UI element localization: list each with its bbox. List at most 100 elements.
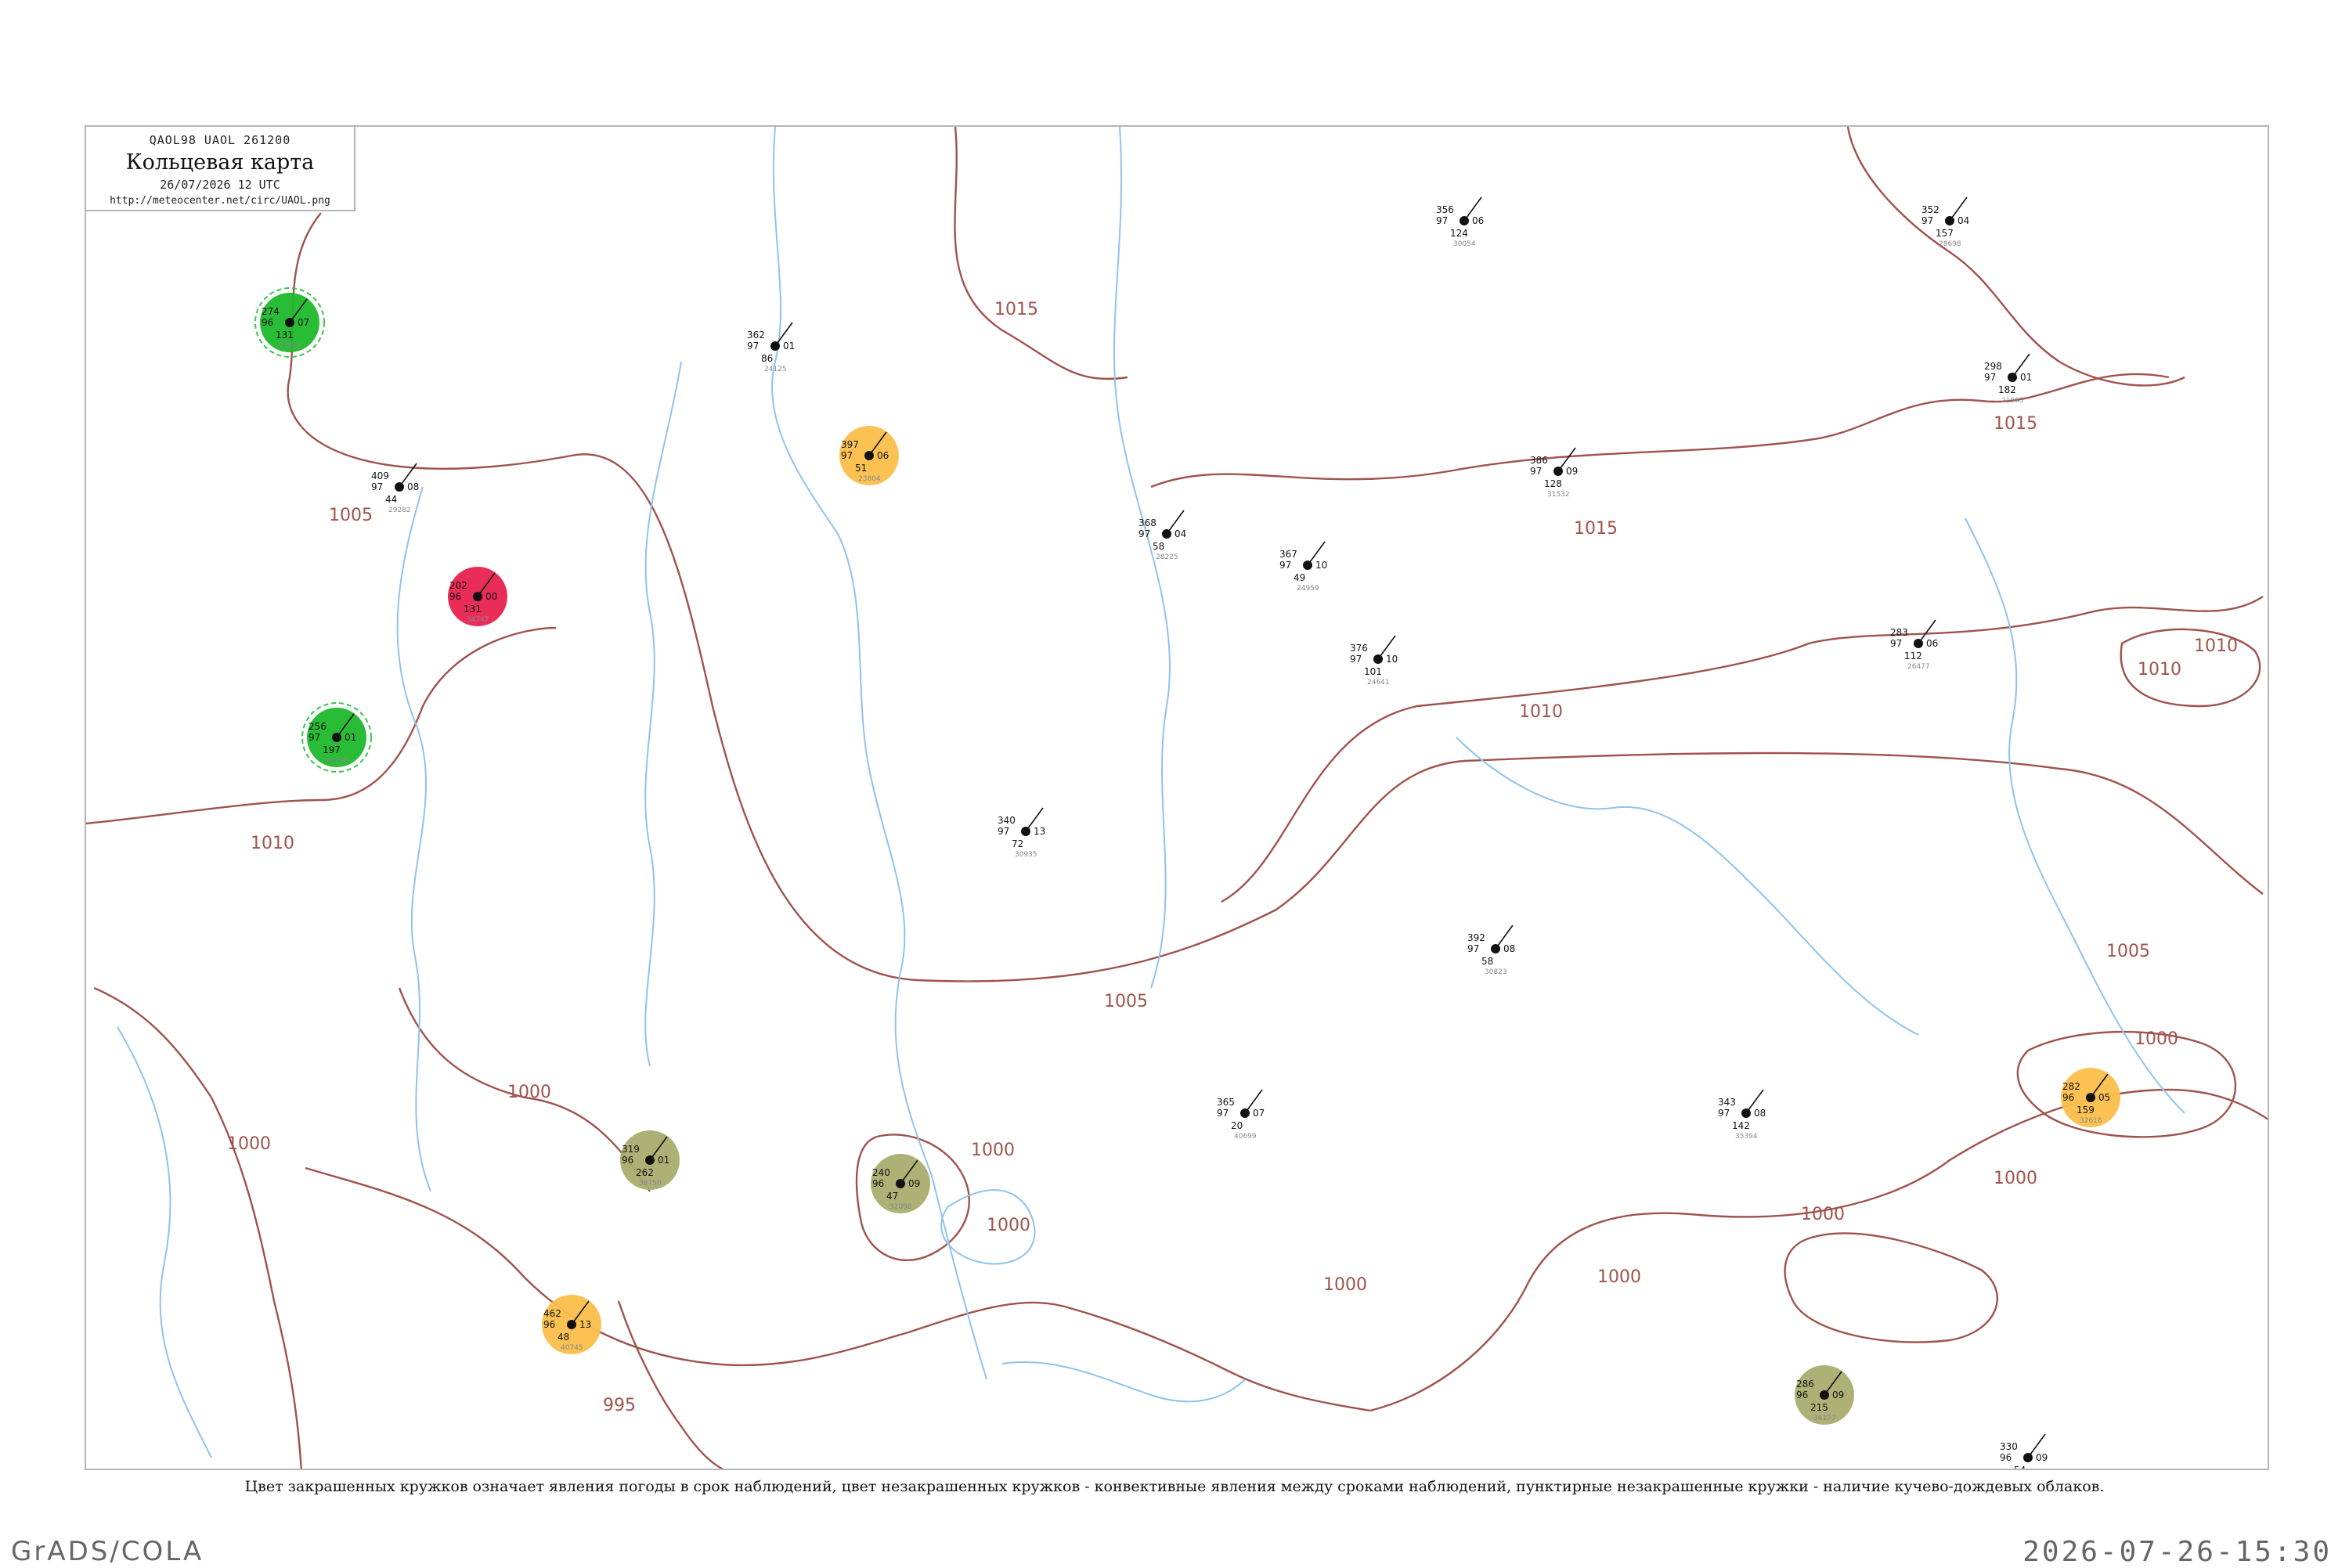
brand-label: GrADS/COLA (11, 1536, 204, 1567)
isobar-label-1015: 1015 (994, 300, 1038, 319)
station-value: 124 (1450, 228, 1468, 239)
station-plot[interactable]: 38697 09 128 31532 (1530, 447, 1578, 499)
station-plot[interactable]: 36797 10 49 24959 (1279, 541, 1327, 593)
station-temp: 96 (262, 317, 273, 328)
station-pressure: 282 (2062, 1081, 2080, 1092)
isobar-label-1000: 1000 (507, 1083, 551, 1102)
map-frame: 1005 1005 1005 1010 1010 1010 1010 1015 … (85, 125, 2269, 1470)
station-plot[interactable]: 36897 04 5828225 (1138, 510, 1186, 561)
station-temp: 97 (1350, 654, 1362, 665)
isobar-1000-southeast (1369, 1088, 2268, 1412)
station-value: 47 (886, 1191, 898, 1202)
isobar-label-995: 995 (603, 1396, 636, 1415)
station-plot[interactable]: 34097 13 72 30935 (998, 807, 1045, 859)
station-temp: 97 (1921, 215, 1933, 226)
station-temp: 97 (841, 450, 853, 461)
station-tendency: 04 (1958, 215, 1969, 226)
station-plot[interactable]: 35297 04 15728698 (1921, 196, 1969, 248)
station-value: 86 (761, 353, 773, 364)
station-tendency: 01 (658, 1155, 669, 1166)
station-plot[interactable]: 33096095435746 (2000, 1433, 2048, 1470)
station-value: 131 (276, 330, 294, 341)
station-id: 26477 (1907, 663, 1930, 671)
station-temp: 97 (1467, 943, 1479, 954)
station-temp: 96 (1796, 1390, 1808, 1400)
legend-note: Цвет закрашенных кружков означает явлени… (244, 1478, 2105, 1495)
river-lake-balkhash (1001, 1361, 1246, 1403)
station-pressure: 352 (1921, 204, 1939, 215)
station-value: 54 (2014, 1465, 2026, 1470)
isobar-label-1015: 1015 (1994, 414, 2037, 434)
station-value: 157 (1936, 228, 1954, 239)
station-temp: 97 (1718, 1108, 1730, 1119)
station-value: 182 (1998, 384, 2016, 395)
isobar-label-1000: 1000 (1801, 1205, 1845, 1224)
station-plot-layer: 36897 04582822539797 06512380436297 0186241… (262, 196, 2110, 1470)
station-pressure: 462 (543, 1308, 561, 1319)
station-value: 48 (557, 1332, 569, 1343)
station-value: 72 (1012, 838, 1023, 849)
isobar-label-1005: 1005 (1104, 992, 1148, 1011)
station-value: 197 (323, 744, 341, 755)
station-id: 34747 (467, 616, 489, 624)
station-plot[interactable]: 28397 06 112 26477 (1890, 619, 1938, 671)
isobar-1015-northeast (1846, 127, 2185, 387)
isobar-1000-southwest (93, 986, 302, 1469)
station-temp: 97 (1138, 528, 1150, 539)
station-tendency: 08 (407, 481, 419, 492)
station-tendency: 10 (1315, 560, 1327, 571)
station-id: 29282 (388, 506, 411, 514)
station-id: 21965 (2001, 397, 2024, 405)
station-id: 31532 (1547, 491, 1570, 499)
station-temp: 97 (1217, 1108, 1229, 1119)
isobar-1015-north (954, 127, 1128, 380)
station-id: 24125 (764, 366, 787, 373)
station-tendency: 01 (345, 732, 356, 743)
station-tendency: 09 (1566, 466, 1578, 477)
station-plot[interactable]: 39297 08 5830823 (1467, 925, 1515, 976)
station-pressure: 368 (1138, 517, 1156, 528)
isobar-label-1000: 1000 (2134, 1029, 2178, 1049)
station-id: 24641 (1367, 679, 1390, 687)
station-temp: 97 (998, 826, 1009, 837)
station-pressure: 386 (1530, 455, 1548, 466)
render-timestamp: 2026-07-26-15:30 (2022, 1536, 2332, 1568)
isobar-label-1000: 1000 (971, 1141, 1015, 1160)
map-canvas[interactable]: 1005 1005 1005 1010 1010 1010 1010 1015 … (86, 127, 2269, 1470)
station-temp: 97 (1530, 466, 1542, 477)
isobar-label-1005: 1005 (2106, 942, 2150, 961)
station-id: 40699 (1234, 1133, 1257, 1141)
station-value: 44 (385, 494, 397, 505)
station-plot[interactable]: 37697 10 101 24641 (1350, 635, 1398, 687)
station-pressure: 397 (841, 439, 859, 450)
station-value: 51 (855, 463, 867, 474)
station-value: 20 (1231, 1120, 1243, 1131)
station-id: 30935 (1015, 851, 1037, 859)
station-tendency: 04 (1174, 528, 1186, 539)
station-plot[interactable]: 29897 01 182 21965 (1984, 353, 2032, 405)
station-plot[interactable]: 35697 06 12430054 (1436, 196, 1484, 248)
station-tendency: 06 (1926, 638, 1938, 649)
isobar-label-1005: 1005 (329, 506, 373, 525)
station-pressure: 340 (998, 815, 1016, 826)
map-title: Кольцевая карта (125, 150, 315, 175)
station-id: 30054 (1453, 240, 1476, 248)
bulletin-codes: QAOL98 UAOL 261200 (149, 133, 291, 147)
station-tendency: 09 (908, 1178, 920, 1189)
station-value: 131 (464, 604, 482, 615)
station-tendency: 06 (1472, 215, 1484, 226)
station-id: 26298 (326, 757, 348, 765)
station-plot[interactable]: 36297 01 86 24125 (747, 322, 795, 373)
station-value: 215 (1810, 1402, 1828, 1413)
station-plot[interactable]: 34397 08 142 35394 (1718, 1089, 1766, 1141)
river-group (117, 127, 2185, 1458)
map-title-box: QAOL98 UAOL 261200 Кольцевая карта 26/07… (86, 127, 355, 211)
station-tendency: 10 (1386, 654, 1398, 665)
station-value: 159 (2077, 1105, 2095, 1116)
isobar-995-south (617, 1300, 724, 1469)
source-url[interactable]: http://meteocenter.net/circ/UAOL.png (86, 195, 354, 207)
station-plot[interactable]: 36597 07 20 40699 (1217, 1089, 1265, 1141)
isobar-1005-west (287, 212, 2264, 982)
station-plot[interactable]: 40997 08 4429282 (371, 463, 419, 514)
isobar-1010-mid (1221, 596, 2264, 903)
